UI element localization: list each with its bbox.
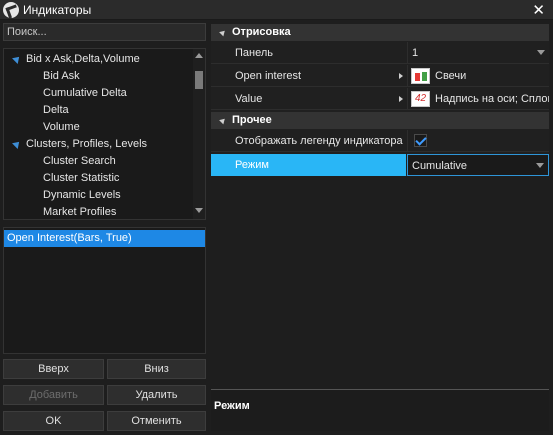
search-input[interactable]	[3, 23, 206, 41]
collapse-arrow-icon[interactable]	[219, 28, 227, 37]
property-panel[interactable]: Панель 1	[211, 42, 549, 64]
scroll-thumb[interactable]	[195, 71, 203, 89]
section-title: Прочее	[232, 114, 272, 126]
chevron-down-icon[interactable]	[537, 50, 545, 55]
tree-item-cluster-statistic[interactable]: Cluster Statistic	[4, 170, 119, 187]
expand-right-icon[interactable]	[399, 73, 403, 79]
axis-label-icon: 42	[411, 91, 430, 107]
close-icon[interactable]: ✕	[532, 1, 545, 19]
cancel-button[interactable]: Отменить	[107, 411, 206, 431]
value-value[interactable]: 42 Надпись на оси; Сплош	[407, 88, 549, 110]
applied-indicators-list[interactable]: Open Interest(Bars, True)	[3, 227, 206, 354]
open-interest-value[interactable]: Свечи	[407, 65, 549, 87]
description-title: Режим	[214, 400, 250, 412]
section-other[interactable]: Прочее	[211, 112, 549, 129]
section-title: Отрисовка	[232, 26, 291, 38]
ok-button[interactable]: OK	[3, 411, 104, 431]
tree-item-volume[interactable]: Volume	[4, 119, 80, 136]
properties-grid: Отрисовка Панель 1 Open interest Свечи V…	[211, 24, 549, 176]
expand-right-icon[interactable]	[399, 96, 403, 102]
candles-icon	[411, 68, 430, 84]
property-show-legend[interactable]: Отображать легенду индикатора	[211, 130, 549, 152]
collapse-arrow-icon[interactable]	[219, 116, 227, 125]
tree-item-label: Market Profiles	[43, 206, 117, 218]
property-value[interactable]: Value 42 Надпись на оси; Сплош	[211, 88, 549, 110]
tree-item-label: Dynamic Levels	[43, 189, 121, 201]
title-bar: Индикаторы ✕	[0, 0, 553, 20]
scroll-up-icon[interactable]	[195, 53, 203, 58]
property-value: Надпись на оси; Сплош	[435, 93, 549, 105]
move-down-button[interactable]: Вниз	[107, 359, 206, 379]
property-value: Свечи	[435, 70, 467, 82]
tree-item-label: Bid Ask	[43, 70, 80, 82]
mode-select[interactable]: Cumulative	[407, 154, 549, 176]
app-logo-icon	[3, 2, 19, 18]
property-value: 1	[412, 47, 419, 59]
expand-arrow-icon[interactable]	[12, 54, 22, 64]
tree-item-cluster-search[interactable]: Cluster Search	[4, 153, 116, 170]
property-label: Панель	[235, 47, 274, 59]
tree-group-label: Bid x Ask,Delta,Volume	[26, 53, 140, 65]
tree-item-label: Volume	[43, 121, 80, 133]
tree-group-clusters-profiles-levels[interactable]: Clusters, Profiles, Levels	[4, 136, 147, 153]
scroll-down-icon[interactable]	[195, 208, 203, 213]
section-render[interactable]: Отрисовка	[211, 24, 549, 41]
tree-item-market-profiles[interactable]: Market Profiles	[4, 204, 117, 219]
property-label: Value	[235, 93, 263, 105]
legend-value[interactable]	[407, 130, 549, 152]
property-value: Cumulative	[412, 160, 468, 172]
window-title: Индикаторы	[23, 3, 92, 17]
tree-item-delta[interactable]: Delta	[4, 102, 69, 119]
add-button[interactable]: Добавить	[3, 385, 104, 405]
indicator-tree[interactable]: Bid x Ask,Delta,Volume Bid Ask Cumulativ…	[3, 48, 206, 220]
chevron-down-icon[interactable]	[536, 163, 544, 168]
tree-scrollbar[interactable]	[193, 49, 205, 219]
tree-item-label: Cumulative Delta	[43, 87, 127, 99]
property-label: Отображать легенду индикатора	[235, 135, 403, 147]
delete-button[interactable]: Удалить	[107, 385, 206, 405]
property-open-interest[interactable]: Open interest Свечи	[211, 65, 549, 87]
tree-group-label: Clusters, Profiles, Levels	[26, 138, 148, 150]
move-up-button[interactable]: Вверх	[3, 359, 104, 379]
property-label: Режим	[211, 154, 406, 176]
panel-value-combo[interactable]: 1	[407, 42, 549, 64]
description-panel: Режим	[211, 389, 549, 431]
tree-item-cumulative-delta[interactable]: Cumulative Delta	[4, 85, 127, 102]
tree-item-bid-ask[interactable]: Bid Ask	[4, 68, 80, 85]
applied-indicator-item[interactable]: Open Interest(Bars, True)	[4, 230, 205, 247]
show-legend-checkbox[interactable]	[414, 134, 427, 147]
tree-group-bid-ask-delta-volume[interactable]: Bid x Ask,Delta,Volume	[4, 51, 140, 68]
tree-item-label: Cluster Statistic	[43, 172, 120, 184]
property-label: Open interest	[235, 70, 302, 82]
tree-item-label: Delta	[43, 104, 69, 116]
property-mode[interactable]: Режим Cumulative	[211, 154, 549, 176]
expand-arrow-icon[interactable]	[12, 139, 22, 149]
tree-item-label: Cluster Search	[43, 155, 116, 167]
tree-item-dynamic-levels[interactable]: Dynamic Levels	[4, 187, 121, 204]
